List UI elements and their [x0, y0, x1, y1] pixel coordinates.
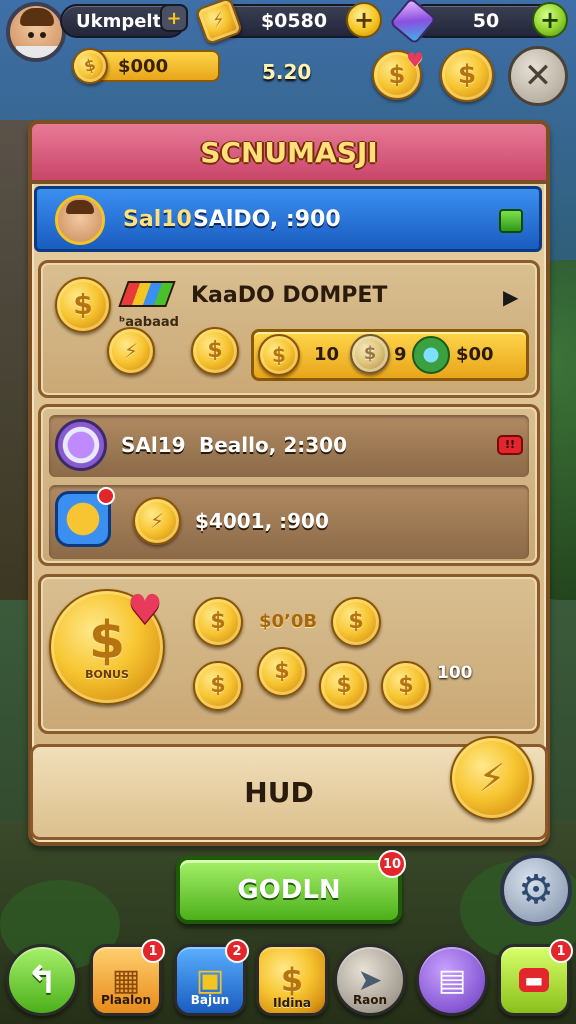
header-balance-text: SAlDO, ꞉900 — [193, 207, 341, 232]
history-row2-text: $4001, ꞉900 — [195, 509, 329, 533]
bonus-coins-label: $0ʼ0B — [259, 611, 318, 632]
panel-title: SCNUMASJI — [200, 135, 378, 169]
bonus-coin-2: $ — [331, 597, 381, 647]
balance-header-row[interactable]: Sal10 SAlDO, ꞉900 — [34, 186, 542, 252]
player-plus-button[interactable]: + — [160, 4, 188, 32]
back-arrow-icon: ↰ — [26, 958, 58, 1002]
history-row1-badge: !! — [497, 435, 523, 455]
bonus-section: $ BONUS ♥ $ $0ʼ0B $ $ $ $ $ 100 — [38, 574, 540, 734]
bar-coin-1: $ — [258, 334, 300, 376]
nav-gift-button[interactable]: ▤ — [416, 944, 488, 1016]
history-row1-prefix: SAl19 — [121, 433, 186, 457]
player-name: Ukmpelt — [76, 10, 162, 32]
gems-value: 50 — [472, 10, 500, 32]
big-coin-label: BONUS — [85, 667, 129, 681]
history-row1-text: Beallo, 2꞉300 — [199, 433, 347, 457]
nav-fish-label: Raon — [352, 993, 388, 1007]
wallet-cards-icon — [118, 281, 176, 307]
header-prefix: Sal10 — [123, 207, 192, 232]
hud-label: HUD — [244, 775, 314, 809]
nav-bag-badge: 2 — [225, 939, 249, 963]
add-gold-button[interactable]: + — [346, 2, 382, 38]
wallet-coin-2: $ — [191, 327, 239, 375]
header-avatar — [55, 195, 105, 245]
bonus-coin-1: $ — [193, 597, 243, 647]
bar-value-2: 9 — [394, 344, 407, 365]
header-action-icon[interactable] — [499, 209, 523, 233]
center-value: 5.20 — [262, 60, 312, 84]
bonus-coin-4: $ — [257, 647, 307, 697]
history-row2-coin: ⚡ — [133, 497, 181, 545]
main-action-badge: 10 — [378, 850, 406, 878]
dollar-coin-icon[interactable]: $ — [440, 48, 494, 102]
bar-coin-2: $ — [350, 334, 390, 374]
bonus-side-value: 100 — [437, 663, 473, 683]
player-avatar[interactable] — [6, 2, 66, 62]
add-gems-button[interactable]: + — [532, 2, 568, 38]
panel-title-banner: SCNUMASJI — [28, 120, 550, 184]
bar-value-1: 10 — [314, 344, 340, 365]
history-row-1[interactable]: SAl19 Beallo, 2꞉300 !! — [49, 415, 529, 477]
heart-coin-icon[interactable]: $ ♥ — [372, 48, 424, 100]
coin-balance-bar: $000 — [90, 50, 220, 82]
nav-coin-button[interactable]: $ Ildina — [256, 944, 328, 1016]
shield-icon — [55, 419, 107, 471]
ticket-icon: ▤ — [437, 962, 467, 998]
settings-button[interactable]: ⚙ — [500, 854, 572, 926]
bonus-coin-3: $ — [193, 661, 243, 711]
wallet-value-bar[interactable]: $ 10 $ 9 $00 — [251, 329, 529, 381]
history-row-2[interactable]: ⚡ $4001, ꞉900 — [49, 485, 529, 559]
nav-back-button[interactable]: ↰ — [6, 944, 78, 1016]
wallet-arrow-icon[interactable]: ▶ — [503, 285, 518, 309]
gear-icon: ⚙ — [518, 867, 554, 913]
wallet-section: $ KaaDO DOMPET ᵇaabaad ▶ ⚡ $ $ 10 $ 9 $0… — [38, 260, 540, 398]
nav-bag-label: Bajun — [190, 993, 230, 1007]
history-section: SAl19 Beallo, 2꞉300 !! ⚡ $4001, ꞉900 — [38, 404, 540, 566]
nav-ticket-badge: 1 — [549, 939, 573, 963]
nav-coin-label: Ildina — [273, 996, 311, 1010]
heart-icon: ♥ — [127, 587, 163, 633]
bar-gem-icon — [412, 336, 450, 374]
bonus-coin-5: $ — [319, 661, 369, 711]
close-button[interactable]: ✕ — [508, 46, 568, 106]
nav-bag-button[interactable]: ▣ Bajun 2 — [174, 939, 249, 1016]
wallet-title: KaaDO DOMPET — [191, 283, 388, 308]
gold-value: $0580 — [260, 10, 328, 32]
wallet-coin-1: ⚡ — [107, 327, 155, 375]
nav-shop-label: Plaalon — [100, 993, 151, 1007]
coin-balance-value: $000 — [118, 55, 169, 77]
nav-shop-button[interactable]: ▦ Plaalon 1 — [90, 939, 165, 1016]
bonus-coin-6: $ — [381, 661, 431, 711]
nav-fish-button[interactable]: ➤ Raon — [334, 944, 406, 1016]
main-action-label: GODLN — [237, 875, 341, 905]
bar-value-3: $00 — [456, 344, 494, 365]
close-icon: ✕ — [523, 56, 553, 96]
hud-lightning-coin[interactable]: ⚡ — [450, 736, 534, 820]
wallet-main-coin: $ — [55, 277, 111, 333]
nav-ticket-button[interactable]: ▬ 1 — [498, 939, 573, 1016]
main-action-button[interactable]: GODLN — [176, 856, 402, 924]
nav-shop-badge: 1 — [141, 939, 165, 963]
message-icon: ▬ — [518, 968, 550, 992]
